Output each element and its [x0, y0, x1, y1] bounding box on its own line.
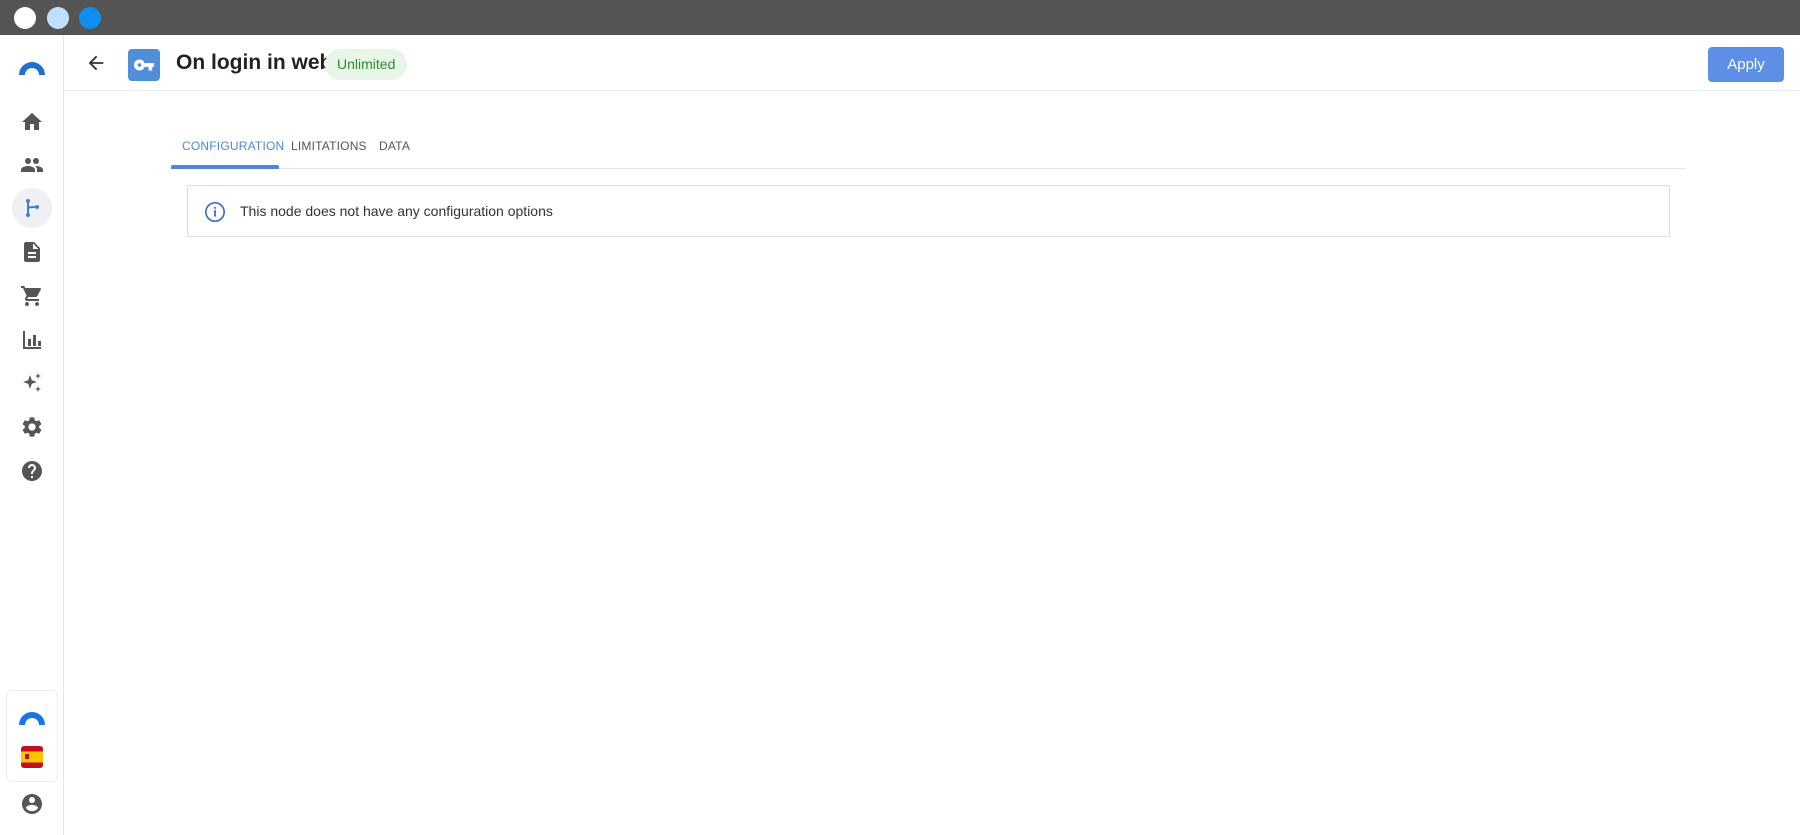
info-message-box: This node does not have any configuratio… — [187, 185, 1670, 237]
help-icon — [22, 461, 42, 481]
tab-bar: CONFIGURATION LIMITATIONS DATA — [171, 124, 1686, 169]
active-tab-indicator — [171, 165, 279, 169]
key-icon — [128, 49, 160, 81]
sidebar-item-analytics[interactable] — [12, 320, 52, 360]
tab-limitations[interactable]: LIMITATIONS — [291, 139, 367, 153]
page-header: On login in web Unlimited Apply — [64, 35, 1800, 91]
status-badge: Unlimited — [325, 49, 408, 80]
window-close-button[interactable] — [14, 7, 36, 29]
gear-icon — [22, 417, 42, 437]
window-titlebar — [0, 0, 1800, 35]
sidebar-item-help[interactable] — [12, 451, 52, 491]
account-circle-icon[interactable] — [12, 784, 52, 824]
document-icon — [24, 242, 40, 262]
page-title: On login in web — [176, 51, 333, 74]
people-icon — [21, 158, 43, 172]
brand-logo-icon[interactable] — [12, 47, 52, 87]
cart-icon — [21, 286, 42, 306]
home-icon — [22, 113, 42, 130]
sparkles-icon — [23, 373, 41, 392]
spain-flag-icon[interactable] — [12, 737, 52, 777]
sidebar-item-home[interactable] — [12, 102, 52, 142]
window-minimize-button[interactable] — [47, 7, 69, 29]
tab-data[interactable]: DATA — [379, 139, 410, 153]
tab-configuration[interactable]: CONFIGURATION — [182, 139, 284, 153]
apply-button[interactable]: Apply — [1708, 47, 1784, 82]
arrow-left-icon — [88, 55, 104, 71]
sidebar-item-ai[interactable] — [12, 363, 52, 403]
info-message-text: This node does not have any configuratio… — [240, 203, 553, 219]
brand-badge-icon[interactable] — [12, 699, 52, 739]
window-maximize-button[interactable] — [79, 7, 101, 29]
sidebar-item-flows[interactable] — [12, 188, 52, 228]
sidebar — [0, 35, 64, 835]
sidebar-item-shop[interactable] — [12, 276, 52, 316]
info-icon — [205, 202, 225, 222]
sidebar-item-users[interactable] — [12, 145, 52, 185]
branch-icon — [26, 199, 39, 217]
sidebar-item-documents[interactable] — [12, 232, 52, 272]
bar-chart-icon — [23, 331, 41, 349]
sidebar-item-settings[interactable] — [12, 407, 52, 447]
back-button[interactable] — [82, 49, 110, 77]
